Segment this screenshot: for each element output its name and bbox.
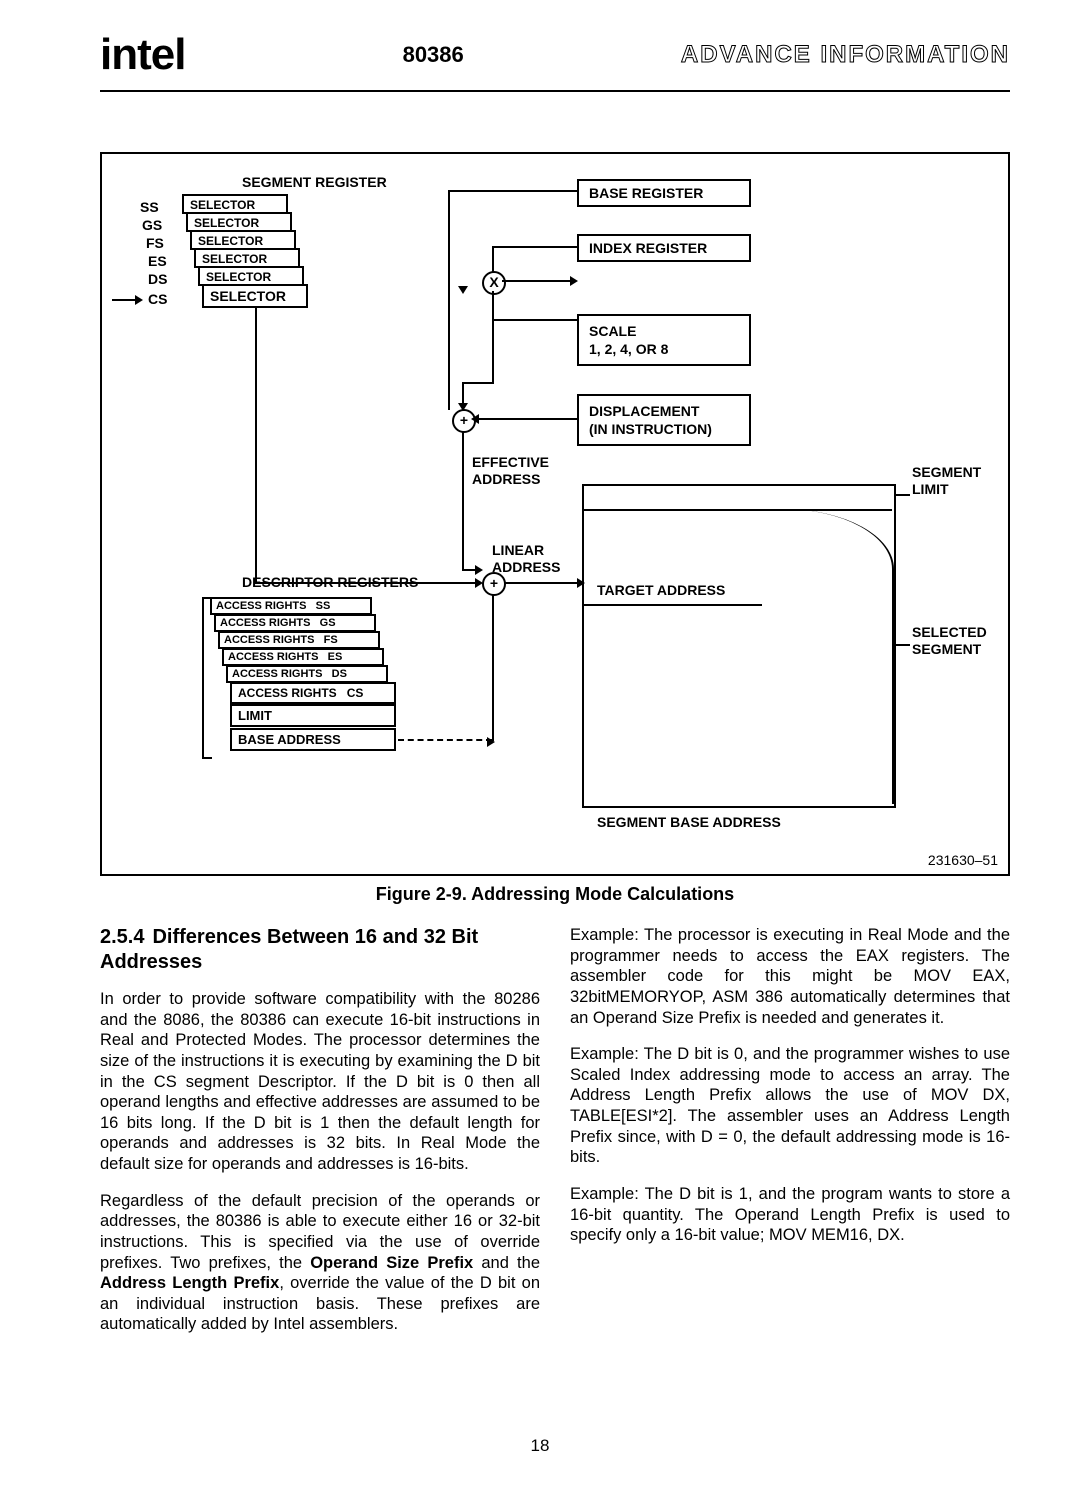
wire <box>504 582 582 584</box>
wire <box>582 509 892 511</box>
box-limit: LIMIT <box>230 704 396 727</box>
brand-logo: intel <box>100 30 185 80</box>
scale-line2: 1, 2, 4, OR 8 <box>589 341 668 357</box>
wire <box>448 190 450 410</box>
wire <box>462 382 464 408</box>
ar-cs: ACCESS RIGHTS CS <box>230 682 396 704</box>
multiply-node: X <box>482 271 506 295</box>
wire <box>474 418 577 420</box>
seg-fs: FS <box>146 235 164 251</box>
para-3: Example: The processor is executing in R… <box>570 925 1010 1028</box>
label-segment-base-address: SEGMENT BASE ADDRESS <box>597 814 781 830</box>
ar-gs: ACCESS RIGHTS GS <box>214 614 376 632</box>
ar-es: ACCESS RIGHTS ES <box>222 648 384 666</box>
wire <box>492 319 577 321</box>
seg-ss: SS <box>140 199 159 215</box>
label-segment-register: SEGMENT REGISTER <box>242 174 387 190</box>
label-target-address: TARGET ADDRESS <box>597 582 725 598</box>
ar-fs: ACCESS RIGHTS FS <box>218 631 380 649</box>
selector-box-2: SELECTOR <box>186 212 292 232</box>
box-base-address: BASE ADDRESS <box>230 728 396 751</box>
label-linear-address: LINEARADDRESS <box>492 542 560 576</box>
box-index-register: INDEX REGISTER <box>577 234 751 262</box>
para-2: Regardless of the default precision of t… <box>100 1191 540 1335</box>
para-5: Example: The D bit is 1, and the program… <box>570 1184 1010 1246</box>
body-columns: 2.5.4Differences Between 16 and 32 Bit A… <box>100 925 1010 1351</box>
ar-ss: ACCESS RIGHTS SS <box>210 597 372 615</box>
wire <box>502 280 575 282</box>
box-base-register: BASE REGISTER <box>577 179 751 207</box>
selector-box-4: SELECTOR <box>194 248 300 268</box>
advance-info-label: ADVANCE INFORMATION <box>681 41 1010 69</box>
selector-box-cs: SELECTOR <box>202 284 308 308</box>
figure-ref: 231630–51 <box>928 852 998 868</box>
wire <box>255 306 257 582</box>
wire <box>894 494 910 496</box>
page-number: 18 <box>0 1436 1080 1456</box>
wire <box>462 431 464 571</box>
figure-caption: Figure 2-9. Addressing Mode Calculations <box>100 884 1010 905</box>
section-title: Differences Between 16 and 32 Bit Addres… <box>100 926 478 973</box>
chip-label: 80386 <box>185 42 680 68</box>
selector-box-5: SELECTOR <box>198 266 304 286</box>
page-header: intel 80386 ADVANCE INFORMATION <box>100 30 1010 86</box>
segment-curve <box>762 509 894 804</box>
selector-box-3: SELECTOR <box>190 230 296 250</box>
wire <box>462 382 492 384</box>
box-displacement: DISPLACEMENT (IN INSTRUCTION) <box>577 394 751 446</box>
label-segment-limit: SEGMENTLIMIT <box>912 464 981 498</box>
wire <box>492 246 577 248</box>
scale-line1: SCALE <box>589 323 636 339</box>
section-heading: 2.5.4Differences Between 16 and 32 Bit A… <box>100 925 540 975</box>
para-4: Example: The D bit is 0, and the program… <box>570 1044 1010 1168</box>
para-1: In order to provide software compatibili… <box>100 989 540 1175</box>
wire <box>582 604 762 606</box>
header-rule <box>100 90 1010 92</box>
label-selected-segment: SELECTEDSEGMENT <box>912 624 987 658</box>
figure-diagram: SEGMENT REGISTER SS GS FS ES DS CS SELEC… <box>100 152 1010 876</box>
arrow-to-cs <box>112 299 140 301</box>
wire <box>492 594 494 741</box>
seg-cs: CS <box>148 291 167 307</box>
disp-line1: DISPLACEMENT <box>589 403 699 419</box>
ar-ds: ACCESS RIGHTS DS <box>226 665 388 683</box>
right-column: Example: The processor is executing in R… <box>570 925 1010 1351</box>
seg-ds: DS <box>148 271 167 287</box>
disp-line2: (IN INSTRUCTION) <box>589 421 712 437</box>
wire <box>492 246 494 272</box>
label-effective-address: EFFECTIVEADDRESS <box>472 454 549 488</box>
descriptor-bracket <box>202 597 212 759</box>
section-number: 2.5.4 <box>100 925 144 950</box>
wire-dashed <box>398 739 492 741</box>
wire <box>448 190 577 192</box>
selector-box-1: SELECTOR <box>182 194 288 214</box>
seg-es: ES <box>148 253 167 269</box>
left-column: 2.5.4Differences Between 16 and 32 Bit A… <box>100 925 540 1351</box>
box-scale: SCALE 1, 2, 4, OR 8 <box>577 314 751 366</box>
wire <box>894 644 910 646</box>
seg-gs: GS <box>142 217 162 233</box>
label-descriptor-registers: DESCRIPTOR REGISTERS <box>242 574 418 590</box>
